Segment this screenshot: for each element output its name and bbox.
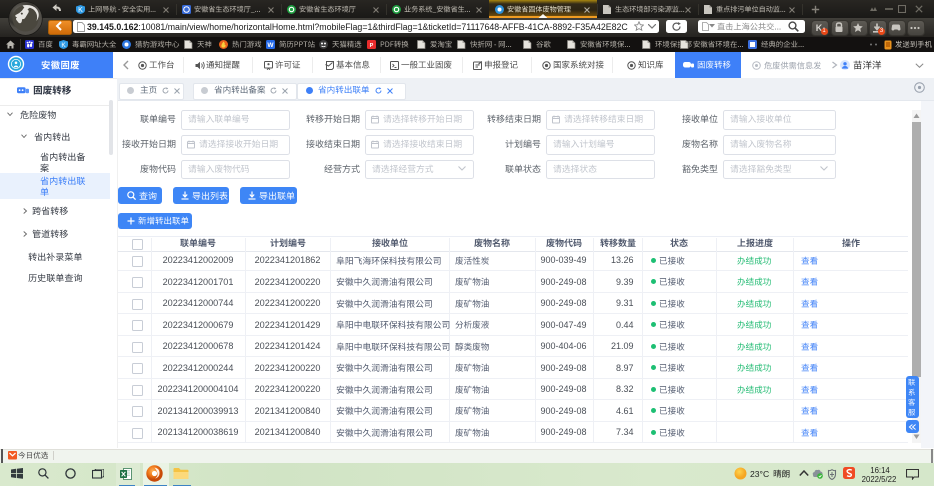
svg-text:K: K [78, 7, 83, 14]
svg-text:P: P [370, 43, 374, 49]
svg-text:K: K [61, 42, 66, 49]
svg-text:W: W [267, 42, 274, 49]
